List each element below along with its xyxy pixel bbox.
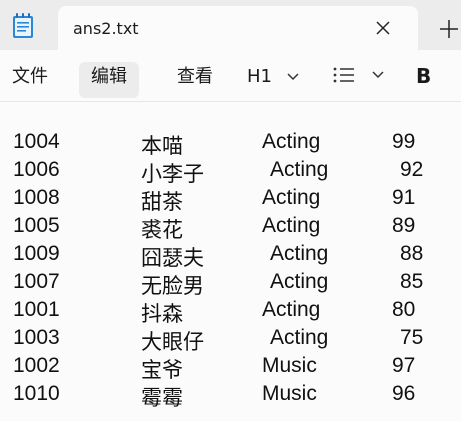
line-id: 1007 [13,270,60,293]
line-name: 宝爷 [141,359,183,382]
list-dropdown[interactable] [332,64,385,90]
line-category: Acting [270,242,329,265]
line-name: 小李子 [141,163,204,186]
plus-icon[interactable] [436,16,461,42]
line-name: 无脸男 [141,275,204,298]
text-line: 1004 本喵 Acting 99 [0,130,461,158]
text-line: 1003 大眼仔 Acting 75 [0,326,461,354]
menu-bar: 文件 编辑 查看 H1 B [0,50,461,102]
line-score: 99 [392,130,416,153]
tab-title: ans2.txt [73,19,139,38]
line-category: Acting [270,326,329,349]
line-category: Acting [270,270,329,293]
line-category: Acting [262,298,321,321]
line-name: 大眼仔 [141,331,204,354]
text-line: 1008 甜茶 Acting 91 [0,186,461,214]
line-score: 88 [400,242,424,265]
bold-button[interactable]: B [416,64,431,88]
line-score: 97 [392,354,416,377]
line-id: 1009 [13,242,60,265]
chevron-down-icon [372,71,384,79]
line-id: 1010 [13,382,60,405]
line-id: 1006 [13,158,60,181]
close-icon[interactable] [370,15,396,41]
line-category: Music [262,382,317,405]
line-id: 1005 [13,214,60,237]
menu-edit[interactable]: 编辑 [79,62,139,98]
heading-label: H1 [247,66,272,87]
line-name: 裘花 [141,219,183,242]
notepad-icon [13,13,33,38]
line-category: Acting [262,186,321,209]
line-score: 75 [400,326,424,349]
menu-file[interactable]: 文件 [0,62,60,98]
text-line: 1001 抖森 Acting 80 [0,298,461,326]
line-category: Acting [262,130,321,153]
menu-view[interactable]: 查看 [165,62,225,98]
tab-bar: ans2.txt [0,0,461,50]
line-name: 霉霉 [141,387,183,410]
text-line: 1002 宝爷 Music 97 [0,354,461,382]
tab-ans2[interactable]: ans2.txt [58,6,418,50]
chevron-down-icon [287,73,299,81]
line-id: 1001 [13,298,60,321]
text-line: 1009 囧瑟夫 Acting 88 [0,242,461,270]
text-line: 1005 裘花 Acting 89 [0,214,461,242]
line-category: Acting [270,158,329,181]
line-id: 1004 [13,130,60,153]
text-editor[interactable]: 1004 本喵 Acting 99 1006 小李子 Acting 92 1008 甜茶 Actin… [0,102,461,421]
line-score: 80 [392,298,416,321]
line-name: 本喵 [141,135,183,158]
line-score: 89 [392,214,416,237]
text-line: 1010 霉霉 Music 96 [0,382,461,410]
line-score: 91 [392,186,416,209]
line-category: Acting [262,214,321,237]
line-name: 甜茶 [141,191,183,214]
line-score: 96 [392,382,416,405]
line-score: 85 [400,270,424,293]
line-id: 1002 [13,354,60,377]
line-name: 囧瑟夫 [141,247,204,270]
line-category: Music [262,354,317,377]
heading-dropdown[interactable]: H1 [247,66,300,90]
text-line: 1007 无脸男 Acting 85 [0,270,461,298]
line-id: 1003 [13,326,60,349]
line-name: 抖森 [141,303,183,326]
line-id: 1008 [13,186,60,209]
text-line: 1006 小李子 Acting 92 [0,158,461,186]
list-icon [333,67,354,83]
line-score: 92 [400,158,424,181]
